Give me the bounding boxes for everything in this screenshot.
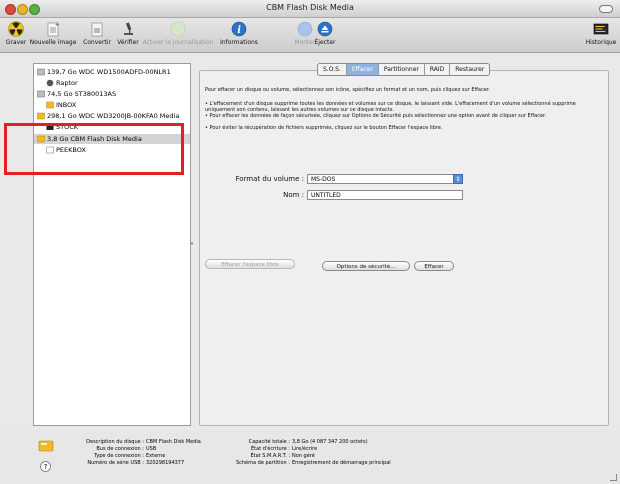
disk-info-bar: Description du disque : CBM Flash Disk M…	[0, 430, 620, 484]
write-status-value: Lire/écrire	[292, 446, 318, 452]
tab-partition[interactable]: Partitionner	[379, 64, 425, 75]
radioactive-icon	[8, 21, 24, 37]
svg-text:+: +	[55, 22, 59, 28]
log-button[interactable]: Historique	[584, 21, 618, 46]
smart-status-value: Non géré	[292, 453, 315, 459]
volume-format-label: Format du volume :	[235, 175, 304, 183]
new-image-icon: +	[47, 22, 59, 37]
mount-icon	[297, 21, 313, 37]
log-icon	[593, 23, 609, 35]
resize-grip[interactable]	[610, 474, 617, 481]
internal-disk-icon	[37, 68, 45, 76]
tab-raid[interactable]: RAID	[425, 64, 451, 75]
erase-bullet-2: • Pour effacer les données de façon sécu…	[205, 113, 547, 119]
volume-icon	[46, 79, 54, 87]
erase-intro-text: Pour effacer un disque ou volume, sélect…	[205, 87, 491, 93]
volume-icon	[46, 101, 54, 109]
new-image-button[interactable]: + Nouvelle image	[29, 21, 77, 46]
total-capacity-value: 3,8 Go (4 087 347 200 octets)	[292, 439, 368, 445]
connection-type-key: Type de connexion :	[94, 453, 144, 459]
disk-list[interactable]: 139,7 Go WDC WD1500ADFD-00NLR1 Raptor 74…	[33, 63, 191, 426]
disk-description-key: Description du disque :	[86, 439, 144, 445]
tab-erase[interactable]: Effacer	[346, 64, 379, 75]
disk-utility-window: CBM Flash Disk Media Graver + Nouvelle i…	[0, 0, 620, 484]
partition-scheme-value: Enregistrement de démarrage principal	[292, 460, 391, 466]
burn-button[interactable]: Graver	[4, 21, 28, 46]
highlight-box	[4, 123, 184, 175]
erase-free-space-button[interactable]: Effacer l'espace libre	[205, 259, 295, 269]
security-options-button[interactable]: Options de sécurité...	[322, 261, 410, 271]
erase-panel	[199, 70, 609, 426]
usb-serial-value: 320298194377	[146, 460, 185, 466]
select-arrows-icon: ⇕	[453, 174, 463, 184]
connection-bus-value: USB	[146, 446, 157, 452]
erase-bullet-3: • Pour éviter la récupération de fichier…	[205, 125, 443, 131]
volume-format-value: MS-DOS	[311, 176, 336, 183]
convert-button[interactable]: Convertir	[80, 21, 114, 46]
eject-icon	[317, 21, 333, 37]
toolbar-toggle-button[interactable]	[599, 5, 613, 13]
enable-journaling-button[interactable]: Activer la journalisation	[142, 21, 214, 46]
write-status-key: État d'écriture :	[251, 446, 290, 452]
total-capacity-key: Capacité totale :	[248, 439, 290, 445]
smart-status-key: État S.M.A.R.T. :	[250, 453, 290, 459]
volume-item[interactable]: INBOX	[34, 100, 190, 110]
volume-name-field[interactable]: UNTITLED	[307, 190, 463, 200]
volume-format-select[interactable]: MS-DOS ⇕	[307, 174, 463, 184]
partition-scheme-key: Schéma de partition :	[235, 460, 290, 466]
erase-bullet-1: • L'effacement d'un disque supprime tout…	[205, 101, 576, 113]
tab-restore[interactable]: Restaurer	[450, 64, 489, 75]
verify-button[interactable]: Vérifier	[114, 21, 142, 46]
erase-button[interactable]: Effacer	[414, 261, 454, 271]
convert-icon	[91, 22, 103, 37]
toolbar: Graver + Nouvelle image Convertir Vérifi…	[0, 18, 620, 53]
microscope-icon	[124, 22, 133, 35]
help-button[interactable]: ?	[40, 461, 51, 472]
connection-type-value: Externe	[146, 453, 166, 459]
svg-text:i: i	[237, 25, 241, 36]
volume-name-label: Nom :	[283, 191, 304, 199]
disk-item[interactable]: 298,1 Go WDC WD3200JB-00KFA0 Media	[34, 111, 190, 121]
eject-button[interactable]: Éjecter	[314, 21, 336, 46]
title-bar: CBM Flash Disk Media	[0, 0, 620, 18]
external-disk-icon	[37, 112, 45, 120]
connection-bus-key: Bus de connexion :	[96, 446, 144, 452]
info-icon: i	[231, 21, 247, 37]
window-title: CBM Flash Disk Media	[266, 3, 354, 12]
usb-serial-key: Numéro de série USB :	[87, 460, 144, 466]
splitter-handle[interactable]: •	[190, 240, 194, 248]
journaling-icon	[170, 21, 186, 37]
internal-disk-icon	[37, 90, 45, 98]
tab-bar: S.O.S. Effacer Partitionner RAID Restaur…	[317, 63, 491, 76]
disk-item[interactable]: 139,7 Go WDC WD1500ADFD-00NLR1	[34, 67, 190, 77]
tab-first-aid[interactable]: S.O.S.	[318, 64, 347, 75]
info-button[interactable]: i Informations	[216, 21, 262, 46]
volume-item[interactable]: Raptor	[34, 78, 190, 88]
disk-description-value: CBM Flash Disk Media	[146, 439, 201, 445]
disk-item[interactable]: 74,5 Go ST380013AS	[34, 89, 190, 99]
